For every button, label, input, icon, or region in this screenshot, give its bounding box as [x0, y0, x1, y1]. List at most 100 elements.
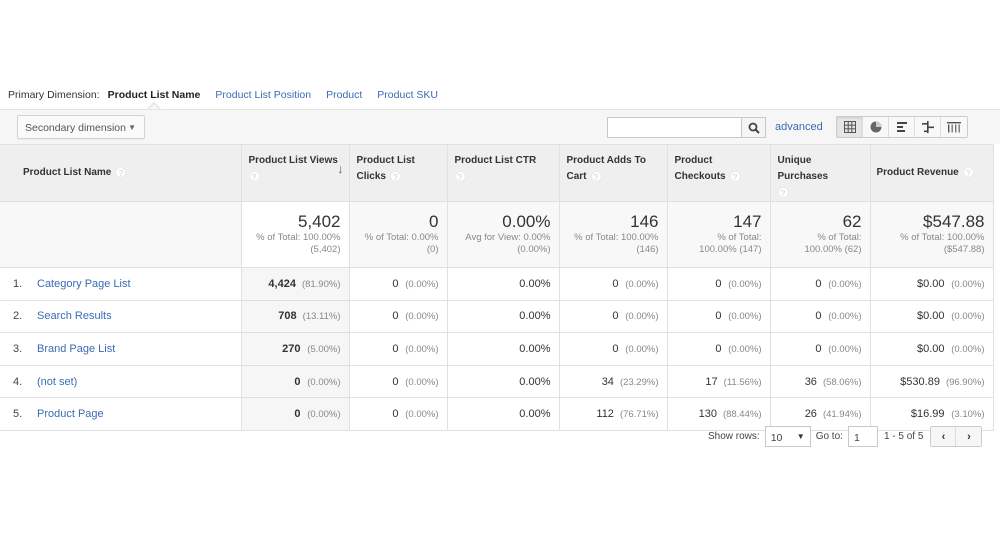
goto-label: Go to: [815, 431, 843, 442]
row-name-link[interactable]: Product Page [37, 408, 104, 420]
metric-percent: (11.56%) [723, 376, 762, 388]
goto-page-input[interactable]: 1 [847, 426, 878, 447]
metric-value: 17 [705, 375, 718, 388]
metric-percent: (0.00%) [405, 343, 439, 355]
show-rows-label: Show rows: [708, 431, 760, 442]
metric-cell: 0 (0.00%) [558, 267, 668, 301]
metric-cell: 36 (58.06%) [769, 364, 871, 399]
metric-value: 708 [278, 310, 297, 323]
primary-dimension-option-product-list-position[interactable]: Product List Position [215, 89, 311, 101]
total-value: 0 [429, 212, 439, 231]
metric-percent: (0.00%) [828, 311, 862, 323]
table-view-button[interactable] [837, 117, 863, 137]
total-subtext: ($547.88) [943, 244, 985, 255]
table-row: 3. Brand Page List 270 (5.00%) 0 (0.00%) 0.00%… [0, 332, 994, 366]
metric-percent: (0.00%) [625, 343, 659, 355]
total-subtext: (0.00%) [517, 244, 551, 255]
primary-dimension-label: Primary Dimension: [8, 89, 100, 101]
metric-percent: (0.00%) [625, 311, 659, 323]
performance-view-button[interactable] [889, 117, 915, 137]
row-name-link[interactable]: (not set) [37, 376, 77, 388]
row-name-link[interactable]: Brand Page List [37, 343, 115, 355]
help-icon[interactable]: ? [248, 170, 260, 182]
help-icon[interactable]: ? [454, 170, 466, 182]
table-row: 4. (not set) 0 (0.00%) 0 (0.00%) 0.00% 34 (23.29… [0, 364, 994, 399]
column-header-product-list-name[interactable]: Product List Name? [0, 144, 242, 202]
metric-value: 0 [715, 342, 722, 355]
totals-cell: 0% of Total: 0.00% (0) [348, 201, 448, 268]
search-button[interactable] [741, 117, 766, 138]
comparison-view-button[interactable] [915, 117, 941, 137]
metric-percent: (3.10%) [951, 409, 985, 421]
totals-cell: 146% of Total: 100.00% (146) [558, 201, 668, 268]
page-range: 1 - 5 of 5 [883, 431, 924, 442]
metric-percent: (0.00%) [307, 409, 341, 421]
table-view-icon [843, 121, 856, 133]
column-header-product-revenue[interactable]: Product Revenue? [870, 144, 994, 202]
secondary-dimension-dropdown[interactable]: Secondary dimension ▼ [17, 115, 145, 139]
metric-value: 0 [612, 277, 619, 290]
pivot-view-button[interactable] [941, 117, 967, 137]
primary-dimension-option-product-sku[interactable]: Product SKU [377, 89, 438, 101]
help-icon[interactable]: ? [777, 186, 789, 198]
metric-cell: 0 (0.00%) [666, 332, 771, 366]
total-subtext: 100.00% (62) [804, 244, 862, 255]
help-icon[interactable]: ? [590, 170, 602, 182]
page-nav: ‹ › [930, 426, 983, 447]
advanced-filter-link[interactable]: advanced [775, 121, 823, 133]
metric-cell: 34 (23.29%) [558, 364, 668, 399]
metric-percent: (0.00%) [405, 376, 439, 388]
metric-value: 0 [392, 310, 399, 323]
metric-value: 130 [698, 408, 717, 421]
metric-percent: (0.00%) [405, 311, 439, 323]
primary-dimension-active[interactable]: Product List Name [108, 89, 201, 101]
row-name-link[interactable]: Category Page List [37, 278, 131, 290]
metric-value: 0.00% [519, 342, 551, 355]
metric-percent: (0.00%) [728, 343, 762, 355]
metric-percent: (0.00%) [405, 278, 439, 290]
metric-value: 0 [612, 310, 619, 323]
pie-view-button[interactable] [863, 117, 889, 137]
row-index: 3. [13, 342, 23, 355]
secondary-dimension-label: Secondary dimension [25, 122, 126, 134]
metric-value: 0 [392, 375, 399, 388]
total-value: 5,402 [297, 212, 341, 231]
metric-percent: (0.00%) [951, 278, 985, 290]
metric-cell: 0.00% [446, 364, 560, 399]
column-header-product-checkouts[interactable]: Product Checkouts? [666, 144, 771, 202]
column-header-product-list-ctr[interactable]: Product List CTR? [446, 144, 560, 202]
primary-dimension-option-product[interactable]: Product [326, 89, 362, 101]
row-index: 2. [13, 310, 23, 323]
help-icon[interactable]: ? [962, 166, 974, 178]
metric-percent: (0.00%) [951, 343, 985, 355]
row-name-link[interactable]: Search Results [37, 310, 112, 322]
metric-percent: (5.00%) [307, 343, 341, 355]
total-value: 0.00% [502, 212, 551, 231]
metric-cell: 0 (0.00%) [348, 364, 448, 399]
chevron-down-icon: ▼ [796, 432, 805, 441]
column-header-unique-purchases[interactable]: Unique Purchases? [769, 144, 871, 202]
help-icon[interactable]: ? [389, 170, 401, 182]
metric-cell: 0 (0.00%) [558, 299, 668, 334]
metric-percent: (13.11%) [302, 311, 341, 323]
previous-page-button[interactable]: ‹ [931, 427, 957, 446]
metric-cell: $0.00 (0.00%) [869, 267, 994, 301]
show-rows-select[interactable]: 10 ▼ [764, 426, 811, 447]
help-icon[interactable]: ? [115, 166, 127, 178]
row-name-cell: 5. Product Page [0, 397, 242, 431]
table-search-input[interactable] [607, 117, 742, 138]
help-icon[interactable]: ? [729, 170, 741, 182]
column-header-product-adds-to-cart[interactable]: Product Adds To Cart? [558, 144, 668, 202]
metric-value: 0 [715, 277, 722, 290]
metric-value: 0 [392, 342, 399, 355]
column-header-product-list-views[interactable]: Product List Views? ↓ [240, 144, 350, 202]
metric-value: 0 [294, 408, 301, 421]
totals-label-cell [0, 201, 242, 268]
totals-cell: $547.88% of Total: 100.00% ($547.88) [869, 201, 994, 268]
total-subtext: Avg for View: 0.00% [465, 232, 551, 243]
column-header-product-list-clicks[interactable]: Product List Clicks? [348, 144, 448, 202]
metric-cell: 0 (0.00%) [666, 299, 771, 334]
metric-cell: 0.00% [446, 299, 560, 334]
next-page-button[interactable]: › [956, 427, 982, 446]
metric-value: 0 [294, 375, 301, 388]
